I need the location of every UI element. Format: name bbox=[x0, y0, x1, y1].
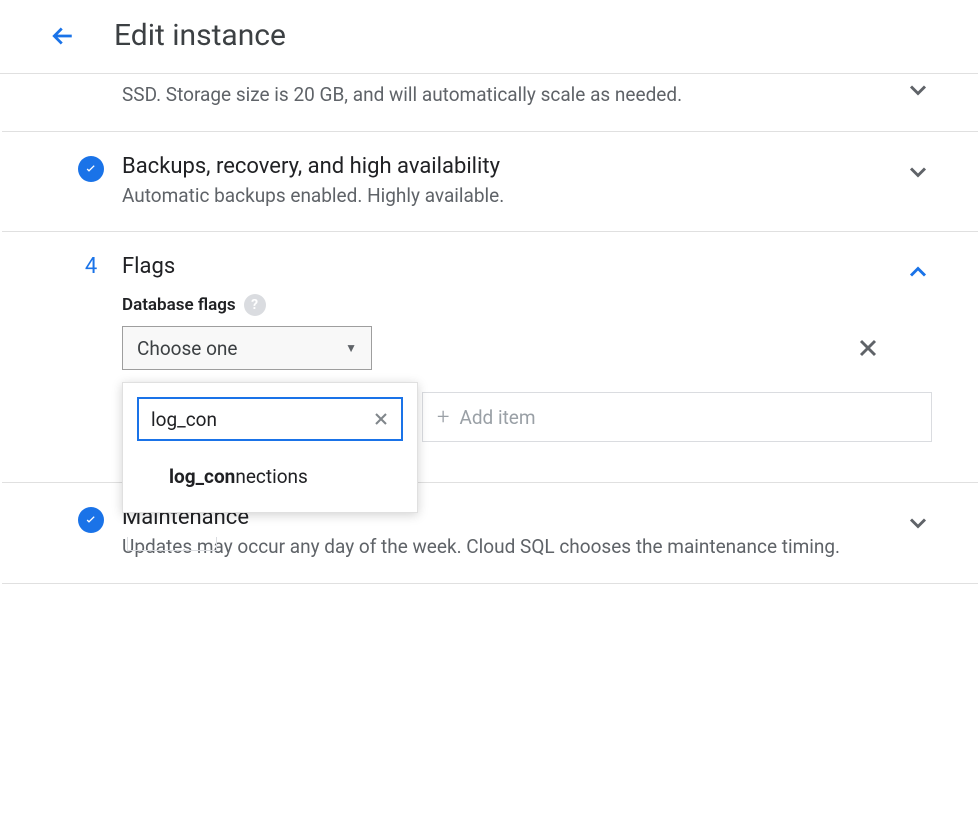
section-flags: 4 Flags Database flags ? Choose one ▼ bbox=[2, 232, 978, 483]
flags-step-number: 4 bbox=[78, 254, 104, 279]
help-icon[interactable]: ? bbox=[244, 294, 266, 316]
page-title: Edit instance bbox=[114, 18, 286, 53]
plus-icon: + bbox=[437, 405, 449, 430]
check-circle-icon bbox=[78, 507, 104, 533]
flag-dropdown-popup: log_connections bbox=[122, 382, 418, 513]
flag-select[interactable]: Choose one ▼ bbox=[122, 326, 372, 370]
chevron-up-icon[interactable] bbox=[904, 258, 932, 286]
backups-desc: Automatic backups enabled. Highly availa… bbox=[122, 183, 892, 210]
backups-title: Backups, recovery, and high availability bbox=[122, 154, 892, 179]
back-arrow-icon[interactable] bbox=[48, 21, 78, 51]
page-header: Edit instance bbox=[0, 0, 978, 74]
chevron-down-icon[interactable] bbox=[904, 158, 932, 186]
chevron-down-icon[interactable] bbox=[904, 76, 932, 104]
storage-desc: SSD. Storage size is 20 GB, and will aut… bbox=[122, 82, 822, 109]
dropdown-triangle-icon: ▼ bbox=[345, 341, 357, 355]
clear-search-icon[interactable] bbox=[371, 409, 391, 429]
section-backups[interactable]: Backups, recovery, and high availability… bbox=[2, 132, 978, 233]
flags-title: Flags bbox=[122, 254, 892, 279]
chevron-down-icon[interactable] bbox=[904, 509, 932, 537]
obscured-element bbox=[127, 537, 217, 551]
database-flags-label: Database flags ? bbox=[122, 294, 932, 316]
add-item-button[interactable]: + Add item bbox=[422, 392, 932, 442]
flag-select-placeholder: Choose one bbox=[137, 337, 238, 360]
section-storage: SSD. Storage size is 20 GB, and will aut… bbox=[2, 82, 978, 132]
remove-flag-button[interactable] bbox=[854, 334, 882, 362]
check-circle-icon bbox=[78, 156, 104, 182]
maintenance-desc: Updates may occur any day of the week. C… bbox=[122, 534, 892, 561]
flag-search-input[interactable] bbox=[137, 397, 403, 441]
sections-container: SSD. Storage size is 20 GB, and will aut… bbox=[0, 74, 978, 584]
flag-option-log-connections[interactable]: log_connections bbox=[123, 449, 417, 502]
add-item-label: Add item bbox=[459, 406, 535, 429]
